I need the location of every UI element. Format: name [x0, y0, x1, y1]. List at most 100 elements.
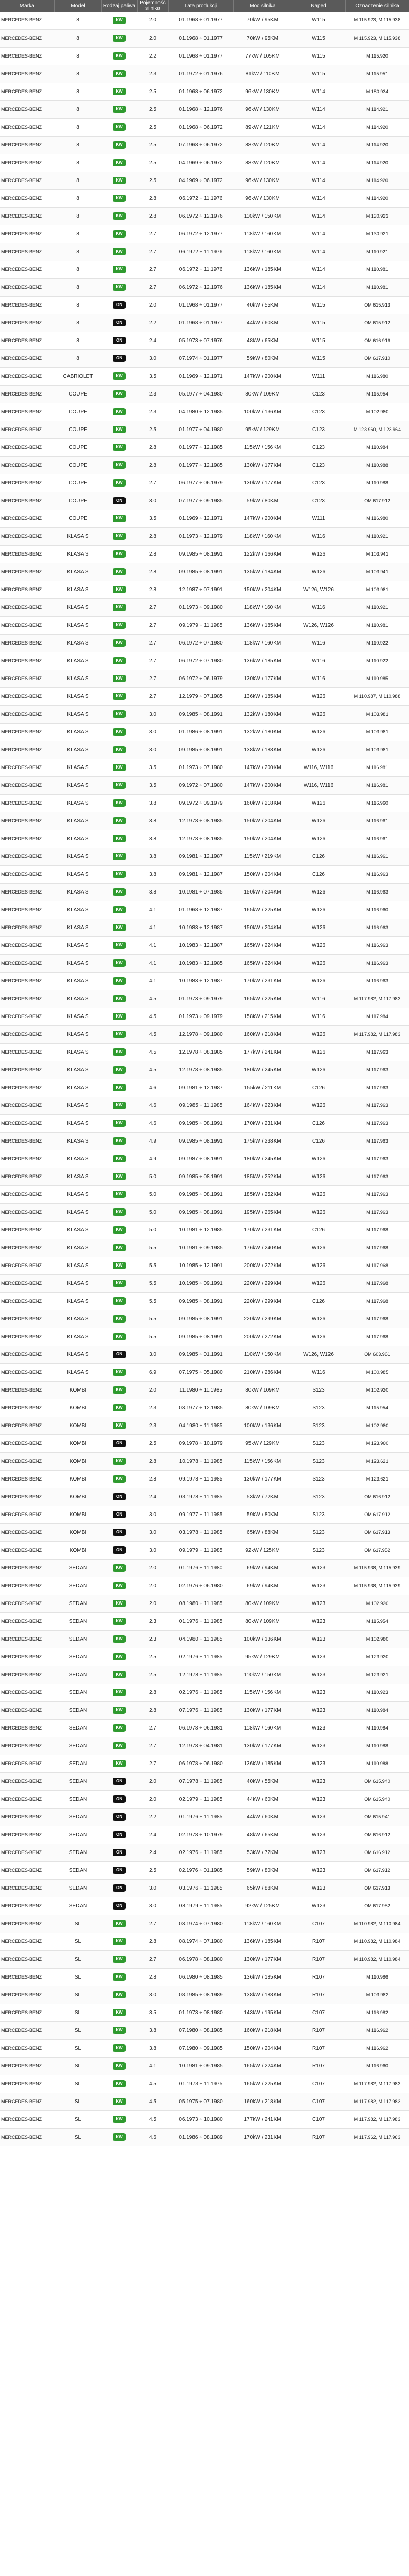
cell-lata-produkcji: 09.1972 ÷ 09.1979	[168, 794, 233, 812]
cell-naped: W114	[292, 154, 345, 172]
cell-lata-produkcji: 12.1978 ÷ 08.1985	[168, 812, 233, 830]
petrol-fuel-badge: KW	[113, 1760, 126, 1767]
cell-oznaczenie: M 115.954	[345, 1399, 409, 1417]
cell-naped: W123	[292, 1755, 345, 1773]
cell-rodzaj-paliwa: KW	[101, 741, 137, 759]
cell-marka: MERCEDES-BENZ	[0, 1559, 54, 1577]
cell-oznaczenie: M 116.963	[345, 972, 409, 990]
cell-model: KLASA S	[54, 1150, 101, 1168]
petrol-fuel-badge: KW	[113, 622, 126, 629]
cell-pojemnosc: 2.4	[137, 1488, 168, 1506]
cell-rodzaj-paliwa: ON	[101, 1826, 137, 1844]
cell-rodzaj-paliwa: ON	[101, 1488, 137, 1506]
cell-model: COUPE	[54, 385, 101, 403]
cell-model: KLASA S	[54, 830, 101, 848]
cell-oznaczenie: M 117.963	[345, 1203, 409, 1222]
cell-marka: MERCEDES-BENZ	[0, 1381, 54, 1399]
cell-lata-produkcji: 01.1968 ÷ 12.1976	[168, 100, 233, 119]
cell-marka: MERCEDES-BENZ	[0, 172, 54, 190]
cell-marka: MERCEDES-BENZ	[0, 1595, 54, 1613]
cell-marka: MERCEDES-BENZ	[0, 1915, 54, 1933]
cell-pojemnosc: 2.8	[137, 438, 168, 457]
cell-model: KLASA S	[54, 581, 101, 599]
cell-moc: 165kW / 225KM	[233, 2075, 292, 2093]
cell-oznaczenie: OM 617.912	[345, 492, 409, 510]
cell-marka: MERCEDES-BENZ	[0, 2110, 54, 2129]
table-row: MERCEDES-BENZ KLASA S KW 4.1 10.1983 ÷ 12.19…	[0, 954, 409, 973]
petrol-fuel-badge: KW	[113, 1564, 126, 1572]
cell-moc: 80kW / 109KM	[233, 1381, 292, 1399]
table-row: MERCEDES-BENZ KLASA S KW 2.7 12.1979 ÷ 07.19…	[0, 687, 409, 706]
cell-model: SL	[54, 1915, 101, 1933]
cell-pojemnosc: 2.0	[137, 29, 168, 48]
cell-moc: 147kW / 200KM	[233, 759, 292, 777]
cell-oznaczenie: M 103.981	[345, 723, 409, 741]
cell-pojemnosc: 2.7	[137, 1915, 168, 1933]
table-row: MERCEDES-BENZ KOMBI ON 3.0 09.1977 ÷ 11.1985…	[0, 1506, 409, 1524]
cell-naped: R107	[292, 1968, 345, 1986]
table-row: MERCEDES-BENZ CABRIOLET KW 3.5 01.1969 ÷ 12.…	[0, 367, 409, 386]
cell-naped: W123	[292, 1808, 345, 1826]
cell-rodzaj-paliwa: KW	[101, 545, 137, 563]
cell-rodzaj-paliwa: KW	[101, 1684, 137, 1702]
cell-naped: R107	[292, 2039, 345, 2058]
cell-marka: MERCEDES-BENZ	[0, 100, 54, 119]
cell-moc: 136kW / 185KM	[233, 1933, 292, 1951]
cell-naped: W123	[292, 1897, 345, 1915]
cell-model: KLASA S	[54, 848, 101, 866]
cell-moc: 195kW / 265KM	[233, 1203, 292, 1222]
cell-moc: 118kW / 160KM	[233, 225, 292, 243]
cell-marka: MERCEDES-BENZ	[0, 367, 54, 386]
cell-moc: 95kW / 129KM	[233, 1648, 292, 1666]
cell-moc: 160kW / 218KM	[233, 2021, 292, 2040]
cell-lata-produkcji: 05.1973 ÷ 07.1976	[168, 332, 233, 350]
table-row: MERCEDES-BENZ SEDAN KW 2.7 06.1978 ÷ 06.1981…	[0, 1719, 409, 1737]
cell-lata-produkcji: 08.1974 ÷ 07.1980	[168, 1933, 233, 1951]
table-row: MERCEDES-BENZ 8 ON 3.0 07.1974 ÷ 01.1977 59kW…	[0, 349, 409, 368]
cell-rodzaj-paliwa: KW	[101, 883, 137, 901]
cell-marka: MERCEDES-BENZ	[0, 65, 54, 83]
diesel-fuel-badge: ON	[113, 1831, 126, 1838]
cell-rodzaj-paliwa: KW	[101, 1025, 137, 1044]
cell-marka: MERCEDES-BENZ	[0, 2039, 54, 2058]
cell-oznaczenie: M 102.980	[345, 1630, 409, 1648]
cell-naped: W126	[292, 545, 345, 563]
cell-moc: 132kW / 180KM	[233, 705, 292, 724]
cell-oznaczenie: M 114.920	[345, 154, 409, 172]
cell-pojemnosc: 2.8	[137, 581, 168, 599]
cell-moc: 89kW / 121KM	[233, 118, 292, 137]
cell-oznaczenie: M 102.920	[345, 1381, 409, 1399]
cell-lata-produkcji: 03.1974 ÷ 07.1980	[168, 1915, 233, 1933]
cell-moc: 59kW / 80KM	[233, 1861, 292, 1880]
cell-naped: W126	[292, 901, 345, 919]
cell-oznaczenie: M 110.921	[345, 598, 409, 617]
cell-naped: W126	[292, 1025, 345, 1044]
table-row: MERCEDES-BENZ 8 KW 2.7 06.1972 ÷ 11.1976 136k…	[0, 261, 409, 279]
cell-model: SL	[54, 1986, 101, 2004]
cell-lata-produkcji: 09.1985 ÷ 08.1991	[168, 1292, 233, 1310]
cell-rodzaj-paliwa: KW	[101, 207, 137, 225]
cell-moc: 77kW / 105KM	[233, 47, 292, 65]
cell-lata-produkcji: 10.1981 ÷ 09.1985	[168, 1239, 233, 1257]
cell-moc: 138kW / 188KM	[233, 741, 292, 759]
petrol-fuel-badge: KW	[113, 444, 126, 451]
petrol-fuel-badge: KW	[113, 817, 126, 824]
table-row: MERCEDES-BENZ KLASA S KW 4.5 12.1978 ÷ 09.19…	[0, 1025, 409, 1044]
cell-naped: W123	[292, 1577, 345, 1595]
table-row: MERCEDES-BENZ KLASA S KW 4.6 09.1981 ÷ 12.19…	[0, 1079, 409, 1097]
petrol-fuel-badge: KW	[113, 426, 126, 433]
cell-lata-produkcji: 09.1981 ÷ 12.1987	[168, 848, 233, 866]
diesel-fuel-badge: ON	[113, 1902, 126, 1910]
cell-model: KLASA S	[54, 687, 101, 706]
cell-rodzaj-paliwa: KW	[101, 510, 137, 528]
cell-rodzaj-paliwa: KW	[101, 47, 137, 65]
cell-model: COUPE	[54, 456, 101, 474]
cell-naped: W126	[292, 936, 345, 955]
table-row: MERCEDES-BENZ SEDAN KW 2.5 02.1976 ÷ 11.1985…	[0, 1648, 409, 1666]
cell-moc: 155kW / 211KM	[233, 1079, 292, 1097]
cell-pojemnosc: 2.4	[137, 1826, 168, 1844]
cell-pojemnosc: 2.7	[137, 670, 168, 688]
cell-moc: 136kW / 185KM	[233, 652, 292, 670]
cell-rodzaj-paliwa: KW	[101, 670, 137, 688]
cell-naped: W126, W126	[292, 1346, 345, 1364]
